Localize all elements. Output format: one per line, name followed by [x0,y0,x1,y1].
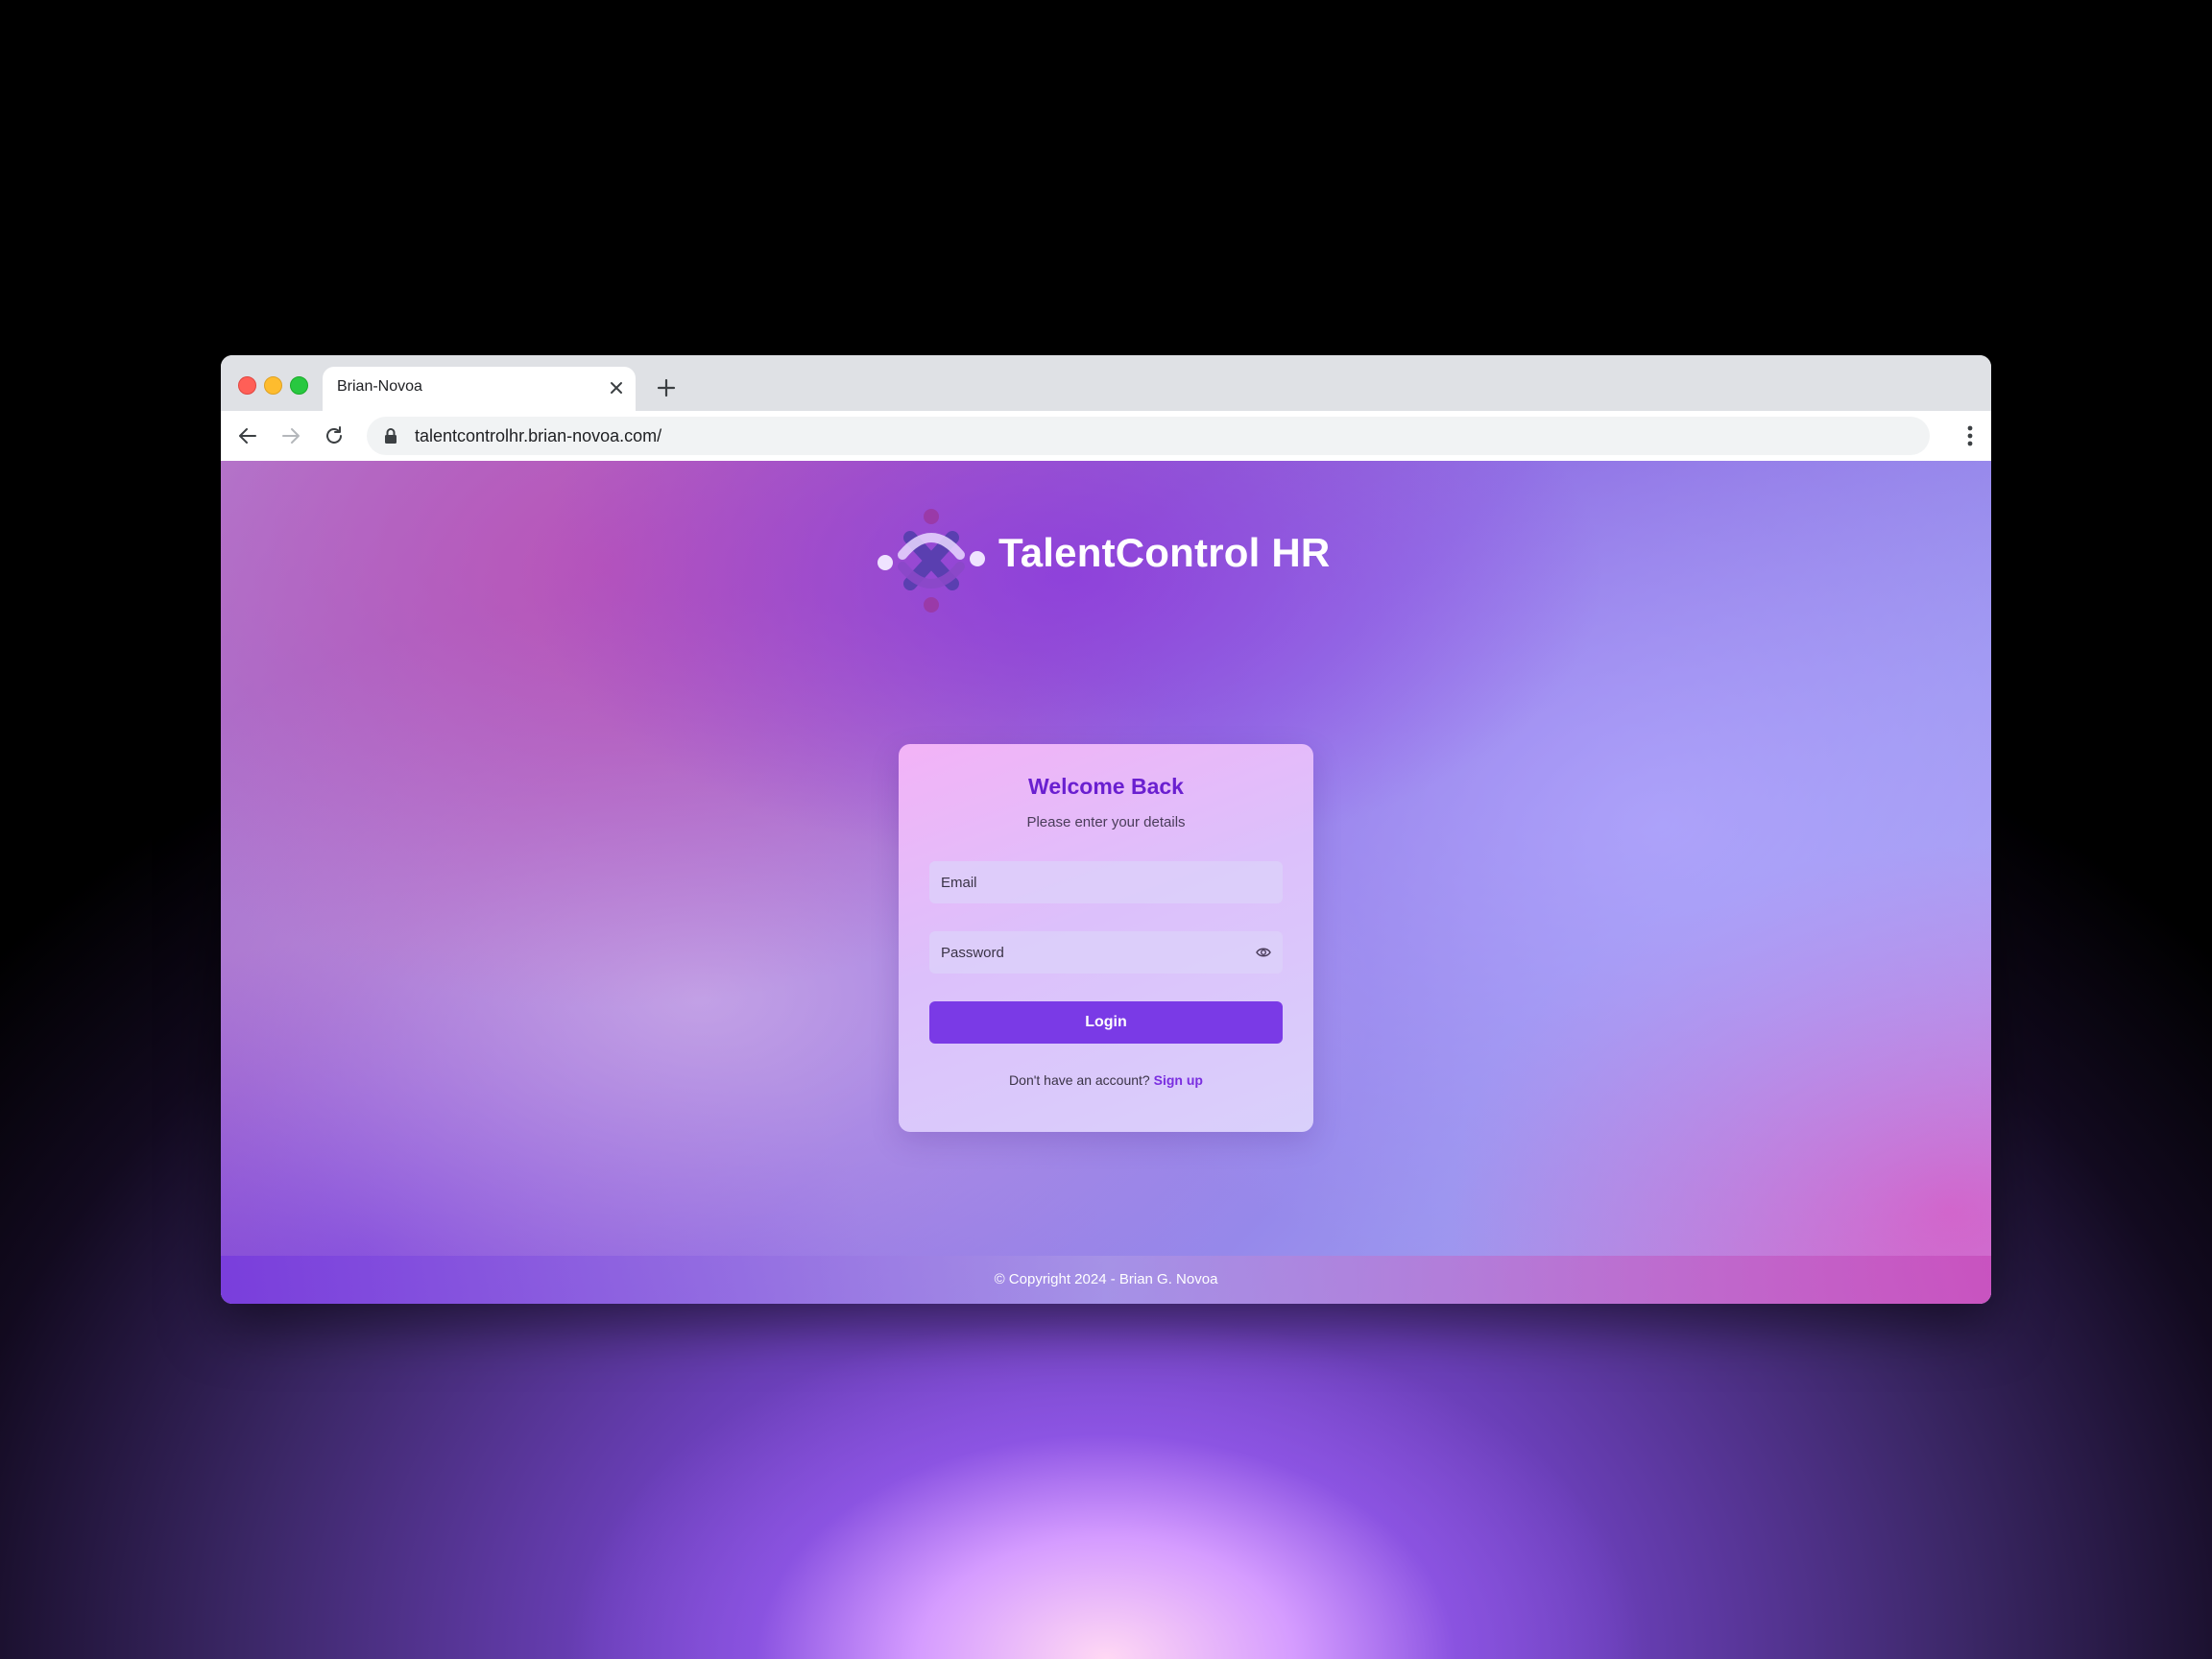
page-footer: © Copyright 2024 - Brian G. Novoa [221,1256,1991,1304]
close-window-button[interactable] [238,376,256,395]
close-icon[interactable] [607,378,626,397]
talentcontrol-logo-icon [878,509,985,613]
signup-prompt: Don't have an account? [1009,1072,1150,1088]
login-button[interactable]: Login [929,1001,1283,1044]
signup-prompt-line: Don't have an account? Sign up [899,1072,1313,1088]
tab-strip: Brian-Novoa [221,355,1991,411]
browser-window: Brian-Novoa talentcontrolhr.brian-novoa.… [221,355,1991,1304]
page-viewport: TalentControl HR Welcome Back Please ent… [221,461,1991,1304]
minimize-window-button[interactable] [264,376,282,395]
browser-tab[interactable]: Brian-Novoa [323,367,636,411]
copyright-text: © Copyright 2024 - Brian G. Novoa [994,1271,1218,1287]
lock-icon [385,428,397,444]
login-subtitle: Please enter your details [1026,814,1186,830]
more-menu-icon[interactable] [1966,424,1974,447]
forward-arrow-icon[interactable] [279,424,302,447]
email-field[interactable] [929,861,1283,903]
maximize-window-button[interactable] [290,376,308,395]
tab-title: Brian-Novoa [337,378,422,395]
url-text: talentcontrolhr.brian-novoa.com/ [415,426,662,445]
eye-icon[interactable] [1256,946,1271,959]
login-title: Welcome Back [1028,774,1184,799]
password-field[interactable] [929,931,1283,974]
plus-icon[interactable] [655,376,678,399]
signup-link[interactable]: Sign up [1154,1072,1203,1088]
login-card: Welcome Back Please enter your details L… [899,744,1313,1132]
address-bar[interactable]: talentcontrolhr.brian-novoa.com/ [367,417,1930,455]
reload-icon[interactable] [323,424,346,447]
back-arrow-icon[interactable] [236,424,259,447]
browser-toolbar: talentcontrolhr.brian-novoa.com/ [221,411,1991,462]
brand-name: TalentControl HR [998,530,1331,575]
